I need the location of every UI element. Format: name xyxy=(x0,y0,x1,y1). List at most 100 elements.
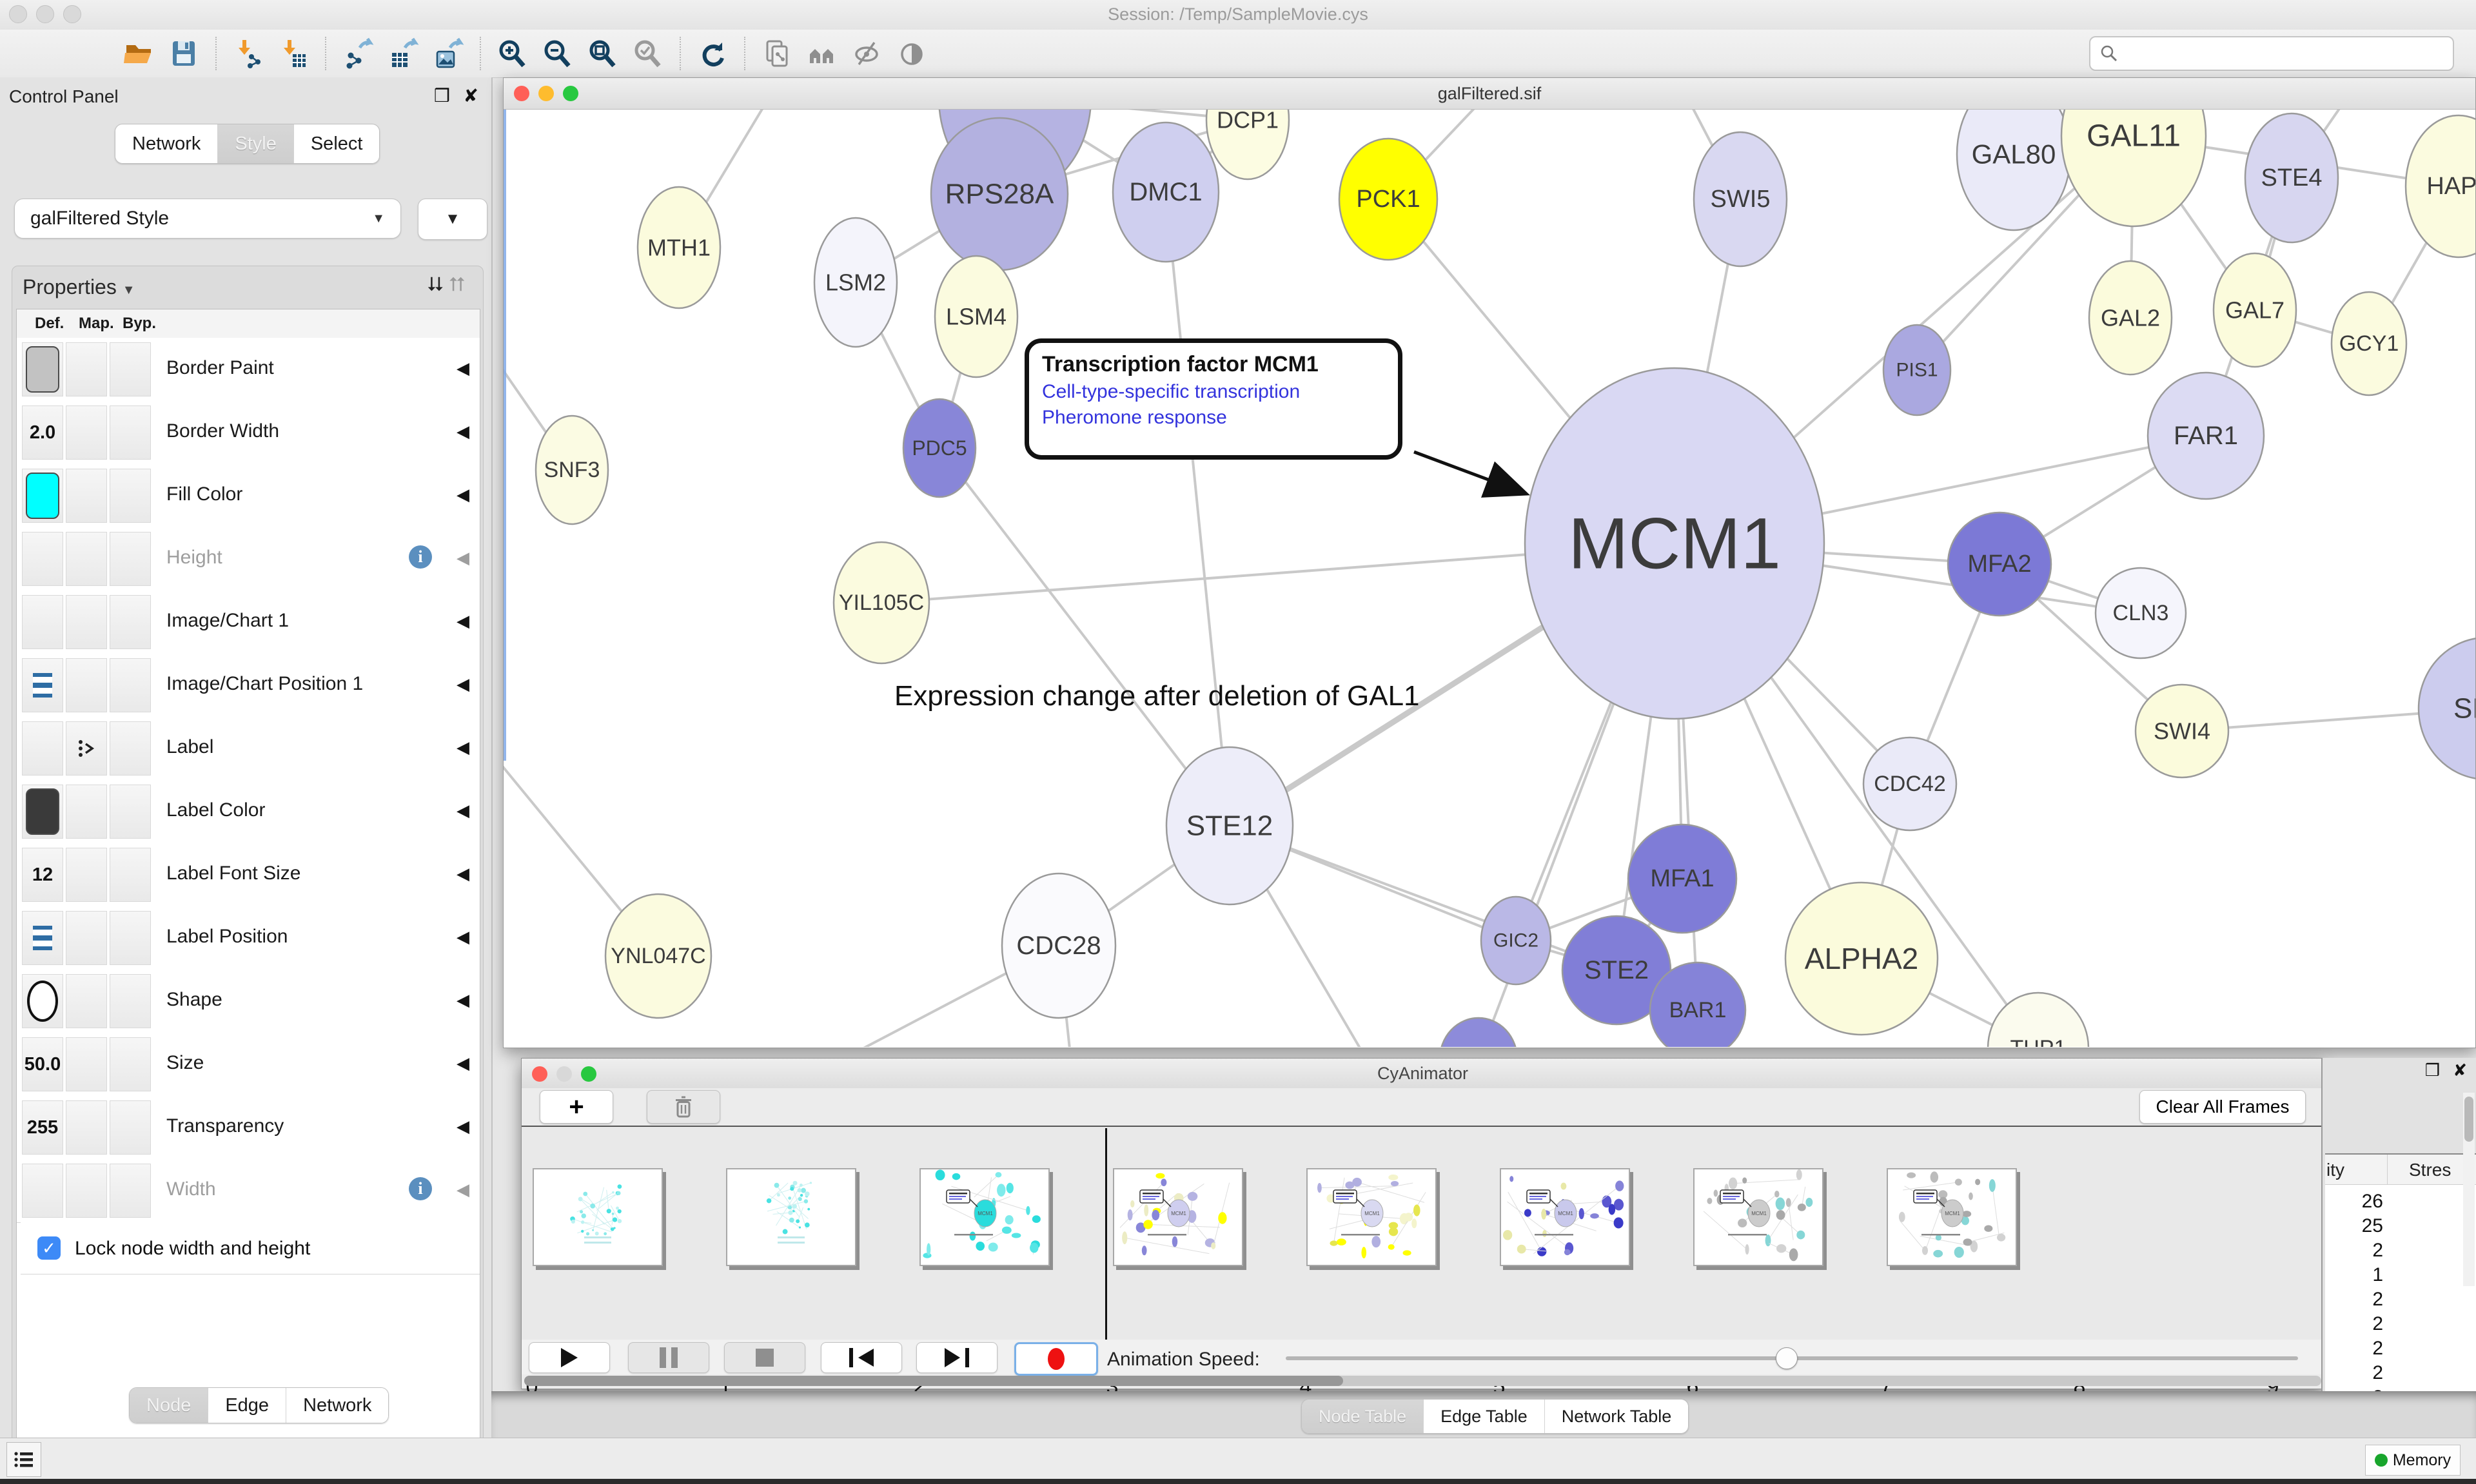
node-BAR1[interactable]: BAR1 xyxy=(1650,962,1745,1047)
tab-network-table[interactable]: Network Table xyxy=(1544,1400,1689,1433)
node-DCP1[interactable]: DCP1 xyxy=(1206,110,1289,179)
frames-timeline[interactable]: MCM1MCM1MCM1MCM1MCM1MCM1 0123456789 Seco… xyxy=(522,1127,2324,1340)
expand-row-icon[interactable]: ◀ xyxy=(457,485,469,505)
property-row-label-color[interactable]: Label Color◀ xyxy=(17,780,480,844)
expand-row-icon[interactable]: ◀ xyxy=(457,737,469,757)
expand-row-icon[interactable]: ◀ xyxy=(457,990,469,1010)
node-RPS28A[interactable]: RPS28A xyxy=(931,118,1068,270)
node-GIC2[interactable]: GIC2 xyxy=(1481,897,1551,984)
style-options-button[interactable]: ▼ xyxy=(418,199,487,240)
expand-row-icon[interactable]: ◀ xyxy=(457,1117,469,1137)
pause-button[interactable] xyxy=(628,1342,709,1373)
expand-row-icon[interactable]: ◀ xyxy=(457,358,469,378)
property-row-height[interactable]: Heighti◀ xyxy=(17,527,480,591)
frame-thumbnail-8[interactable]: MCM1 xyxy=(1887,1168,2017,1266)
node-SLT2[interactable]: SLT2 xyxy=(2419,638,2475,779)
record-button[interactable] xyxy=(1014,1342,1098,1376)
collapse-all-icon[interactable]: ⮅ xyxy=(449,274,471,295)
property-row-size[interactable]: 50.0Size◀ xyxy=(17,1033,480,1097)
close-panel-icon[interactable]: ✘ xyxy=(464,85,478,106)
expand-row-icon[interactable]: ◀ xyxy=(457,864,469,884)
expand-row-icon[interactable]: ◀ xyxy=(457,801,469,821)
clone-network-icon[interactable] xyxy=(758,35,796,72)
expand-row-icon[interactable]: ◀ xyxy=(457,1180,469,1200)
node-MCM1[interactable]: MCM1 xyxy=(1525,368,1824,719)
tab-edge-table[interactable]: Edge Table xyxy=(1423,1400,1544,1433)
info-icon[interactable]: i xyxy=(409,545,432,569)
node-MTH1[interactable]: MTH1 xyxy=(638,187,720,308)
property-row-image-chart-1[interactable]: Image/Chart 1◀ xyxy=(17,591,480,654)
property-row-transparency[interactable]: 255Transparency◀ xyxy=(17,1096,480,1160)
float-panel-icon[interactable]: ❒ xyxy=(2425,1060,2440,1080)
node-GAL7[interactable]: GAL7 xyxy=(2214,253,2296,367)
node-CLN3[interactable]: CLN3 xyxy=(2096,568,2186,658)
info-icon[interactable]: i xyxy=(409,1177,432,1200)
tab-style[interactable]: Style xyxy=(217,124,293,163)
mcm1-annotation[interactable]: Transcription factor MCM1 Cell-type-spec… xyxy=(1025,338,1402,460)
export-network-icon[interactable] xyxy=(339,35,377,72)
frame-thumbnail-7[interactable]: MCM1 xyxy=(1693,1168,1823,1266)
node-NODE_B[interactable] xyxy=(1440,1018,1517,1047)
chevron-down-icon[interactable]: ▼ xyxy=(123,283,135,297)
node-YNL047C[interactable]: YNL047C xyxy=(605,894,711,1018)
add-frame-button[interactable]: + xyxy=(540,1090,613,1124)
show-details-icon[interactable] xyxy=(894,35,931,72)
node-GAL2[interactable]: GAL2 xyxy=(2089,261,2172,375)
node-DMC1[interactable]: DMC1 xyxy=(1113,122,1219,262)
property-row-fill-color[interactable]: Fill Color◀ xyxy=(17,464,480,528)
node-MFA2[interactable]: MFA2 xyxy=(1948,513,2051,616)
tab-edge[interactable]: Edge xyxy=(208,1388,286,1423)
edge-DMC1-STE12[interactable] xyxy=(1166,192,1230,826)
tab-network-bottom[interactable]: Network xyxy=(286,1388,388,1423)
timeline-hscrollbar[interactable] xyxy=(524,1376,2321,1386)
node-PCK1[interactable]: PCK1 xyxy=(1339,139,1437,260)
expand-row-icon[interactable]: ◀ xyxy=(457,548,469,568)
export-image-icon[interactable] xyxy=(429,35,467,72)
node-PDC5[interactable]: PDC5 xyxy=(903,399,976,497)
go-to-start-button[interactable] xyxy=(821,1342,902,1373)
search-input[interactable] xyxy=(2089,36,2454,71)
network-window-titlebar[interactable]: galFiltered.sif xyxy=(504,78,2475,110)
property-row-border-width[interactable]: 2.0Border Width◀ xyxy=(17,401,480,465)
task-history-button[interactable] xyxy=(6,1442,41,1477)
close-panel-icon[interactable]: ✘ xyxy=(2453,1060,2467,1080)
memory-button[interactable]: Memory xyxy=(2365,1445,2461,1476)
property-row-width[interactable]: Widthi◀ xyxy=(17,1159,480,1223)
frame-thumbnail-1[interactable] xyxy=(533,1168,663,1266)
zoom-fit-icon[interactable] xyxy=(584,35,622,72)
clear-all-frames-button[interactable]: Clear All Frames xyxy=(2139,1090,2306,1124)
node-GCY1[interactable]: GCY1 xyxy=(2332,292,2406,395)
tab-node[interactable]: Node xyxy=(130,1388,208,1423)
timeline-playhead[interactable] xyxy=(1105,1128,1107,1345)
node-PIS1[interactable]: PIS1 xyxy=(1883,325,1950,415)
property-row-image-chart-position-1[interactable]: Image/Chart Position 1◀ xyxy=(17,654,480,718)
expand-row-icon[interactable]: ◀ xyxy=(457,422,469,442)
hscroll-thumb[interactable] xyxy=(524,1376,1343,1386)
save-icon[interactable] xyxy=(165,35,202,72)
node-MFA1[interactable]: MFA1 xyxy=(1628,825,1736,933)
zoom-selected-icon[interactable] xyxy=(629,35,667,72)
col-centrality[interactable]: ity xyxy=(2326,1160,2344,1180)
node-LSM2[interactable]: LSM2 xyxy=(814,218,897,347)
property-row-label-position[interactable]: Label Position◀ xyxy=(17,906,480,970)
expand-row-icon[interactable]: ◀ xyxy=(457,927,469,947)
cyanimator-titlebar[interactable]: CyAnimator xyxy=(522,1059,2324,1089)
animation-speed-knob[interactable] xyxy=(1776,1347,1798,1369)
refresh-icon[interactable] xyxy=(694,35,731,72)
node-YIL105C[interactable]: YIL105C xyxy=(834,542,929,663)
node-HAP2[interactable]: HAP2 xyxy=(2406,115,2475,257)
annotation-link-2[interactable]: Pheromone response xyxy=(1042,407,1385,429)
node-SNF3[interactable]: SNF3 xyxy=(536,416,608,524)
export-table-icon[interactable] xyxy=(384,35,422,72)
node-LSM4[interactable]: LSM4 xyxy=(935,256,1017,377)
frame-thumbnail-5[interactable]: MCM1 xyxy=(1306,1168,1437,1266)
node-SWI5[interactable]: SWI5 xyxy=(1694,132,1787,266)
frame-thumbnail-3[interactable]: MCM1 xyxy=(919,1168,1050,1266)
import-network-icon[interactable] xyxy=(230,35,267,72)
property-row-shape[interactable]: Shape◀ xyxy=(17,970,480,1033)
tab-network[interactable]: Network xyxy=(115,124,217,163)
expand-row-icon[interactable]: ◀ xyxy=(457,1053,469,1073)
node-STE4[interactable]: STE4 xyxy=(2245,113,2338,242)
node-CDC28[interactable]: CDC28 xyxy=(1002,874,1115,1018)
expand-all-icon[interactable]: ⮇ xyxy=(427,274,449,295)
